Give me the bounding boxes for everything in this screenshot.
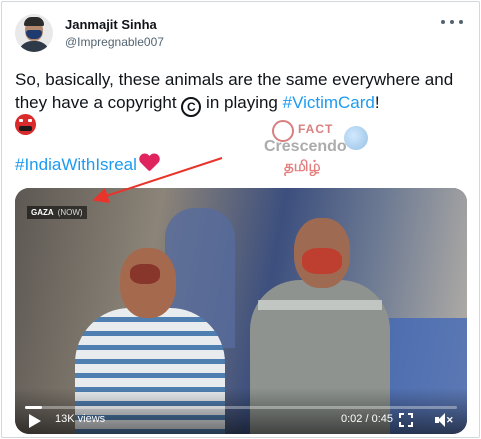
avatar-body	[18, 41, 50, 52]
video-source-tag: GAZA (NOW)	[27, 206, 87, 219]
watermark-fact: FACT	[298, 122, 334, 136]
watermark-language: தமிழ்	[284, 158, 321, 175]
avatar[interactable]	[15, 14, 53, 52]
author-handle[interactable]: @Impregnable007	[65, 35, 164, 49]
tweet-text: So, basically, these animals are the sam…	[15, 68, 477, 117]
mute-icon[interactable]: ✕	[435, 413, 454, 427]
red-heart-emoji	[139, 154, 159, 172]
hashtag-indiawithisreal-link[interactable]: #IndiaWithIsreal	[15, 155, 137, 174]
angry-face-emoji	[15, 114, 36, 135]
more-horizontal-icon[interactable]	[441, 14, 463, 30]
tweet-line-2-end: !	[374, 93, 380, 112]
video-view-count: 13K views	[55, 413, 106, 425]
video-progress-fill	[25, 406, 43, 409]
tweet-card: Janmajit Sinha @Impregnable007 So, basic…	[1, 1, 480, 438]
tweet-line-2-middle: in playing	[201, 93, 283, 112]
avatar-hair	[24, 17, 44, 26]
video-source-tag-text: GAZA	[31, 208, 54, 217]
video-controls: 13K views 0:02 / 0:45 ✕	[15, 388, 467, 434]
author-display-name[interactable]: Janmajit Sinha	[65, 17, 157, 32]
video-player[interactable]: GAZA (NOW) 13K views 0:02 / 0:45 ✕	[15, 188, 467, 434]
tweet-line-1: So, basically, these animals are the sam…	[15, 70, 421, 89]
video-time: 0:02 / 0:45	[341, 413, 393, 425]
hashtag-line: #IndiaWithIsreal	[15, 154, 159, 175]
avatar-mask	[26, 30, 42, 39]
watermark-name: Crescendo	[264, 138, 347, 155]
play-icon[interactable]	[29, 414, 41, 428]
fact-crescendo-watermark: FACT Crescendo தமிழ்	[262, 120, 372, 180]
copyright-icon: C	[181, 97, 202, 117]
video-progress-bar[interactable]	[25, 406, 457, 409]
watermark-globe-icon	[344, 126, 368, 150]
video-source-tag-sub: (NOW)	[57, 208, 83, 217]
hashtag-victimcard-link[interactable]: #VictimCard	[283, 93, 375, 112]
fullscreen-icon[interactable]	[399, 413, 413, 427]
